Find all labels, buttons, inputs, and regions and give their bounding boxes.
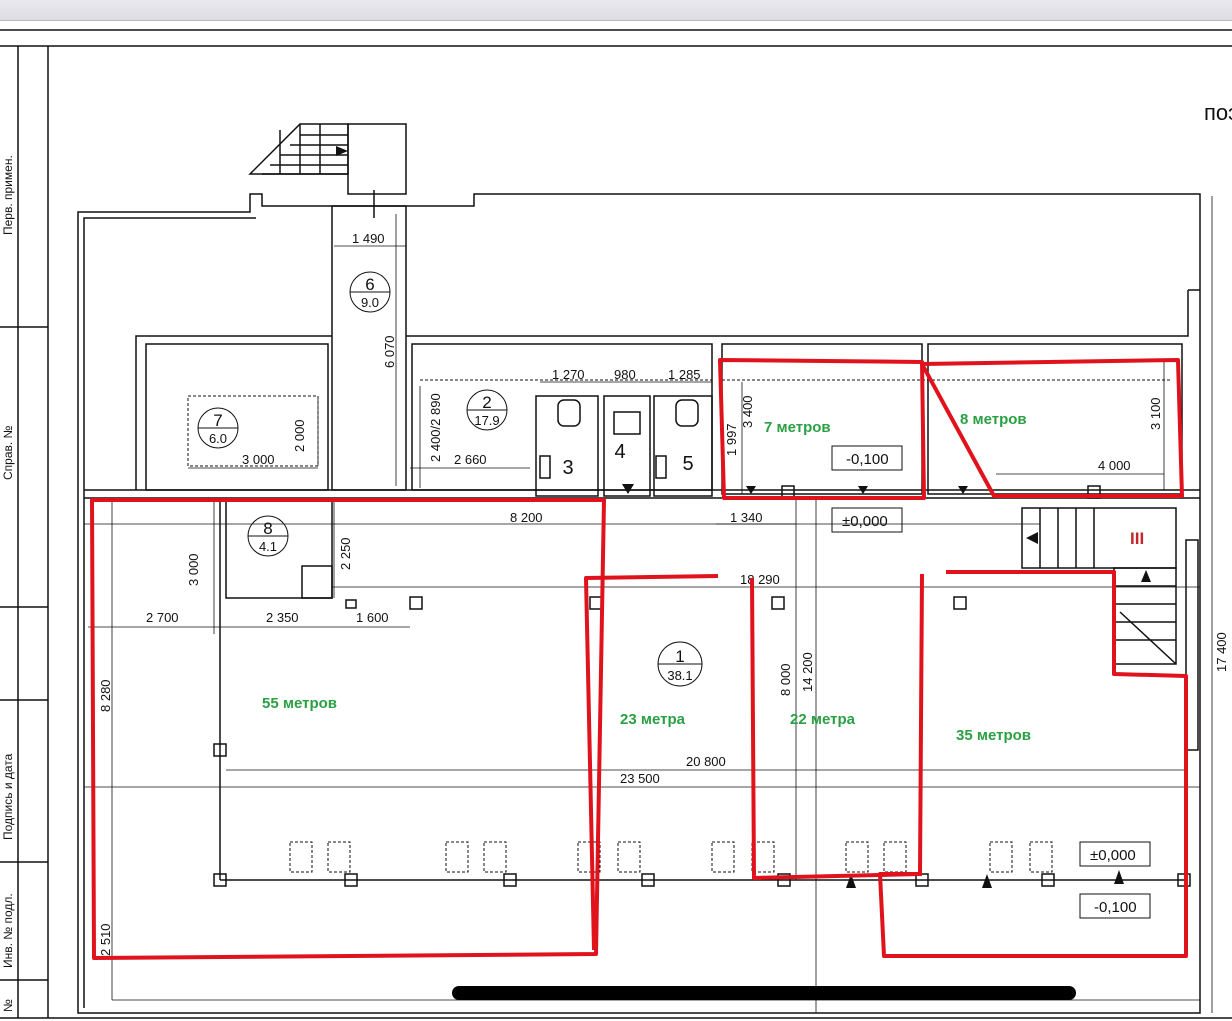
dimension-texts: 1 490 6 070 1 270 980 1 285 1 997 3 400 … bbox=[98, 231, 1229, 956]
dim-14200: 14 200 bbox=[800, 652, 815, 692]
stamp-sprav: Справ. № bbox=[1, 425, 15, 480]
dim-8200: 8 200 bbox=[510, 510, 543, 525]
dim-3000-side: 3 000 bbox=[186, 553, 201, 586]
horizontal-scrollbar[interactable] bbox=[452, 986, 1076, 1000]
dim-6070: 6 070 bbox=[382, 335, 397, 368]
dim-3000-top: 3 000 bbox=[242, 452, 275, 467]
dim-8280: 8 280 bbox=[98, 679, 113, 712]
room-8-area: 4.1 bbox=[259, 539, 277, 554]
room-7-area: 6.0 bbox=[209, 431, 227, 446]
dim-4000: 4 000 bbox=[1098, 458, 1131, 473]
room-4-number: 4 bbox=[614, 441, 625, 463]
room-3-number: 3 bbox=[562, 457, 573, 479]
window-markers bbox=[187, 379, 1170, 873]
stamp-inv-podl: Инв. № подл. bbox=[1, 893, 15, 968]
level-mark-4: -0,100 bbox=[1094, 899, 1137, 916]
dim-17400: 17 400 bbox=[1214, 632, 1229, 672]
side-stamp: Перв. примен. Справ. № Подпись и дата Ин… bbox=[1, 155, 15, 1012]
dim-2700: 2 700 bbox=[146, 610, 179, 625]
room-1-number: 1 bbox=[675, 647, 684, 666]
level-mark-3: ±0,000 bbox=[1090, 847, 1136, 864]
room-8-number: 8 bbox=[263, 519, 272, 538]
room-5-number: 5 bbox=[682, 453, 693, 475]
room-1-area: 38.1 bbox=[667, 668, 692, 683]
annotation-35m: 35 метров bbox=[956, 727, 1031, 744]
dim-2250: 2 250 bbox=[338, 537, 353, 570]
dim-18290: 18 290 bbox=[740, 572, 780, 587]
annotation-55m: 55 метров bbox=[262, 695, 337, 712]
page-title-partial: поэ bbox=[1204, 100, 1232, 125]
dim-2890: 2 400/2 890 bbox=[428, 393, 443, 462]
stamp-perv-primen: Перв. примен. bbox=[1, 155, 15, 235]
dim-2350: 2 350 bbox=[266, 610, 299, 625]
room-2-number: 2 bbox=[482, 393, 491, 412]
annotation-7m: 7 метров bbox=[764, 419, 831, 436]
stamp-n-mark: № bbox=[1, 999, 15, 1012]
dim-980: 980 bbox=[614, 367, 636, 382]
dim-1340: 1 340 bbox=[730, 510, 763, 525]
dim-2000: 2 000 bbox=[292, 419, 307, 452]
dimension-lines bbox=[84, 196, 1213, 1013]
stamp-podpis-data: Подпись и дата bbox=[1, 753, 15, 840]
room-6-area: 9.0 bbox=[361, 295, 379, 310]
room-7-number: 7 bbox=[213, 411, 222, 430]
dim-8000: 8 000 bbox=[778, 663, 793, 696]
dim-23500: 23 500 bbox=[620, 771, 660, 786]
dim-1270: 1 270 bbox=[552, 367, 585, 382]
dim-1997: 1 997 bbox=[724, 423, 739, 456]
annotation-23m: 23 метра bbox=[620, 711, 686, 728]
level-texts: -0,100 ±0,000 ±0,000 -0,100 bbox=[842, 451, 1137, 916]
dim-3100: 3 100 bbox=[1148, 397, 1163, 430]
dim-2660: 2 660 bbox=[454, 452, 487, 467]
area-outlines bbox=[90, 358, 1188, 960]
annotation-8m: 8 метров bbox=[960, 411, 1027, 428]
dim-2510: 2 510 bbox=[98, 923, 113, 956]
dim-20800: 20 800 bbox=[686, 754, 726, 769]
room-6-number: 6 bbox=[365, 275, 374, 294]
room-2-area: 17.9 bbox=[474, 413, 499, 428]
dim-3400: 3 400 bbox=[740, 395, 755, 428]
dim-1285: 1 285 bbox=[668, 367, 701, 382]
dim-1490: 1 490 bbox=[352, 231, 385, 246]
level-mark-1: -0,100 bbox=[846, 451, 889, 468]
outline-35m bbox=[878, 570, 1188, 958]
level-mark-2: ±0,000 bbox=[842, 513, 888, 530]
stair-mark: III bbox=[1130, 529, 1144, 548]
building-walls bbox=[77, 123, 1201, 1014]
dim-1600: 1 600 bbox=[356, 610, 389, 625]
floor-plan: Перв. примен. Справ. № Подпись и дата Ин… bbox=[0, 29, 1232, 1019]
annotation-22m: 22 метра bbox=[790, 711, 856, 728]
